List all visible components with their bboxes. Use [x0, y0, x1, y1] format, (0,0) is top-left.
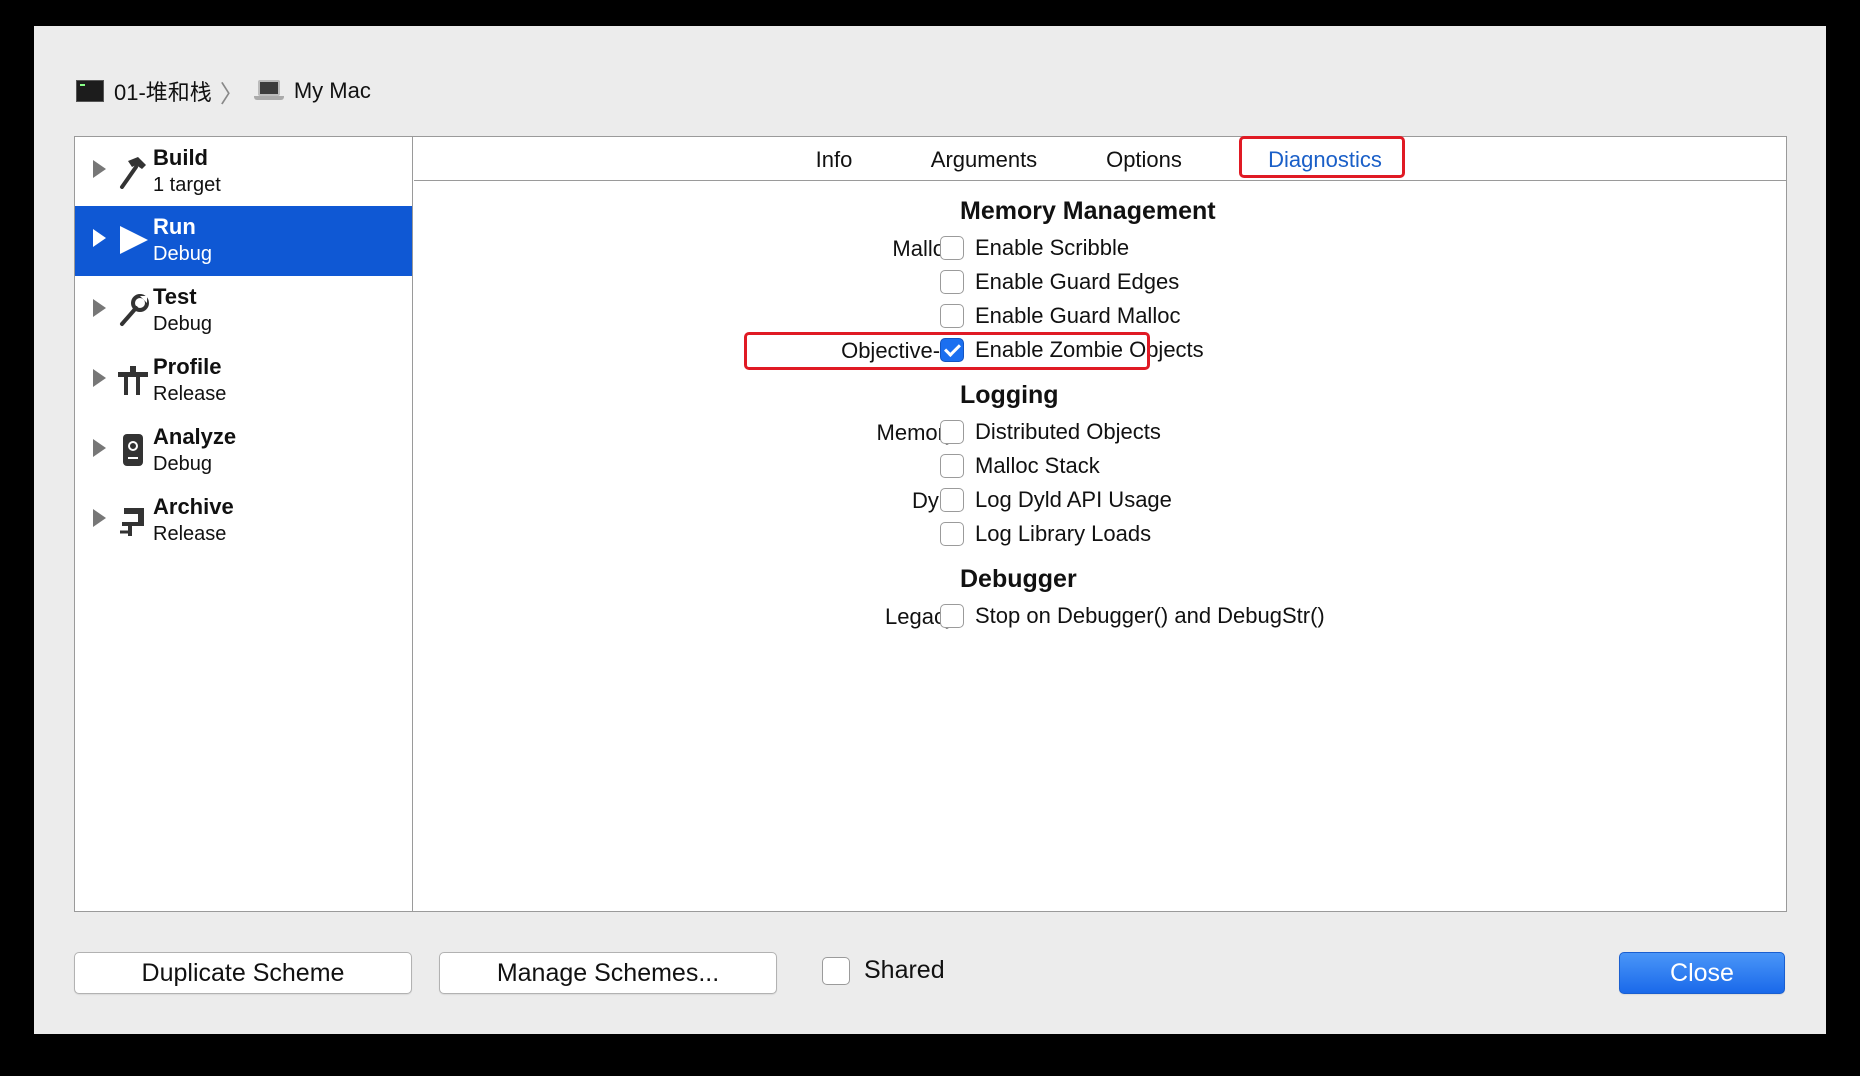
laptop-icon: [253, 80, 284, 102]
checkbox-box[interactable]: [940, 420, 964, 444]
checkbox-box[interactable]: [940, 304, 964, 328]
breadcrumb-destination[interactable]: My Mac: [294, 78, 371, 104]
archive-icon: [115, 500, 151, 540]
checkbox-label: Distributed Objects: [975, 419, 1161, 444]
duplicate-scheme-button[interactable]: Duplicate Scheme: [74, 952, 412, 994]
sidebar-item-title: Build: [153, 145, 208, 170]
play-icon: [115, 220, 151, 260]
highlight-box-zombie-objects: [744, 332, 1150, 370]
sidebar-item-test[interactable]: Test Debug: [75, 276, 412, 346]
checkbox-box[interactable]: [940, 488, 964, 512]
checkbox-log-dyld-api-usage[interactable]: Log Dyld API Usage: [940, 487, 1172, 513]
sidebar-item-title: Run: [153, 214, 196, 239]
checkbox-label: Stop on Debugger() and DebugStr(): [975, 603, 1325, 628]
close-button[interactable]: Close: [1619, 952, 1785, 994]
section-title-debugger: Debugger: [960, 565, 1077, 593]
disclosure-triangle-icon[interactable]: [93, 509, 106, 527]
checkbox-label: Malloc Stack: [975, 453, 1100, 478]
tab-bar: Info Arguments Options Diagnostics: [414, 136, 1786, 181]
shared-label: Shared: [864, 956, 945, 984]
sidebar-item-profile[interactable]: Profile Release: [75, 346, 412, 416]
breadcrumb-project[interactable]: 01-堆和栈: [114, 75, 212, 107]
main-frame: Build 1 target Run Debug Test Debug Prof…: [74, 136, 1787, 912]
wrench-icon: [115, 290, 151, 330]
disclosure-triangle-icon[interactable]: [93, 229, 106, 247]
disclosure-triangle-icon[interactable]: [93, 439, 106, 457]
diagnostics-panel: Info Arguments Options Diagnostics Memor…: [414, 136, 1786, 911]
sidebar-item-analyze[interactable]: Analyze Debug: [75, 416, 412, 486]
analyze-icon: [115, 430, 151, 470]
scheme-editor-sheet: 01-堆和栈 〉 My Mac Build 1 target Run Debug…: [34, 26, 1826, 1034]
gauge-icon: [115, 360, 151, 400]
tab-arguments[interactable]: Arguments: [914, 143, 1054, 177]
sidebar-item-archive[interactable]: Archive Release: [75, 486, 412, 556]
checkbox-enable-guard-malloc[interactable]: Enable Guard Malloc: [940, 303, 1180, 329]
sidebar-item-title: Archive: [153, 494, 234, 519]
sidebar-item-title: Profile: [153, 354, 222, 379]
checkbox-box[interactable]: [940, 236, 964, 260]
sidebar-item-subtitle: Debug: [153, 313, 212, 335]
checkbox-box[interactable]: [940, 270, 964, 294]
checkbox-box[interactable]: [940, 604, 964, 628]
checkbox-distributed-objects[interactable]: Distributed Objects: [940, 419, 1161, 445]
terminal-app-icon: [76, 80, 104, 102]
checkbox-enable-guard-edges[interactable]: Enable Guard Edges: [940, 269, 1179, 295]
sidebar-item-subtitle: Debug: [153, 243, 212, 265]
checkbox-label: Log Library Loads: [975, 521, 1152, 546]
scheme-actions-sidebar: Build 1 target Run Debug Test Debug Prof…: [75, 137, 413, 911]
sidebar-item-title: Test: [153, 284, 197, 309]
checkbox-box[interactable]: [822, 956, 850, 985]
shared-checkbox[interactable]: Shared: [822, 956, 945, 985]
sidebar-item-subtitle: 1 target: [153, 174, 221, 196]
section-title-logging: Logging: [960, 381, 1059, 409]
tab-info[interactable]: Info: [784, 143, 884, 177]
sidebar-item-build[interactable]: Build 1 target: [75, 137, 412, 207]
checkbox-enable-scribble[interactable]: Enable Scribble: [940, 235, 1129, 261]
checkbox-label: Enable Guard Malloc: [975, 303, 1181, 328]
checkbox-log-library-loads[interactable]: Log Library Loads: [940, 521, 1151, 547]
highlight-box-diagnostics-tab: [1239, 136, 1405, 178]
disclosure-triangle-icon[interactable]: [93, 160, 106, 178]
sidebar-item-run[interactable]: Run Debug: [75, 206, 412, 276]
section-title-memory-management: Memory Management: [960, 197, 1216, 225]
checkbox-label: Log Dyld API Usage: [975, 487, 1172, 512]
sidebar-item-subtitle: Release: [153, 383, 227, 405]
sidebar-item-title: Analyze: [153, 424, 237, 449]
manage-schemes-button[interactable]: Manage Schemes...: [439, 952, 777, 994]
breadcrumb: 01-堆和栈 〉 My Mac: [76, 71, 371, 111]
checkbox-label: Enable Scribble: [975, 235, 1130, 260]
sidebar-item-subtitle: Release: [153, 523, 227, 545]
disclosure-triangle-icon[interactable]: [93, 299, 106, 317]
checkbox-box[interactable]: [940, 454, 964, 478]
checkbox-label: Enable Guard Edges: [975, 269, 1180, 294]
checkbox-stop-on-debugger[interactable]: Stop on Debugger() and DebugStr(): [940, 603, 1325, 629]
tab-options[interactable]: Options: [1084, 143, 1204, 177]
checkbox-box[interactable]: [940, 522, 964, 546]
breadcrumb-separator: 〉: [219, 80, 244, 108]
hammer-icon: [115, 151, 151, 191]
checkbox-malloc-stack[interactable]: Malloc Stack: [940, 453, 1100, 479]
disclosure-triangle-icon[interactable]: [93, 369, 106, 387]
sidebar-item-subtitle: Debug: [153, 453, 212, 475]
